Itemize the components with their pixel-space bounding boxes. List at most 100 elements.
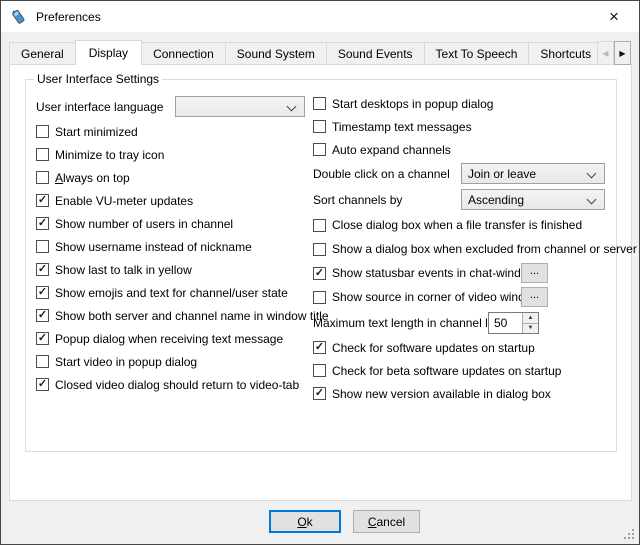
- spin-up-icon[interactable]: ▲: [523, 313, 538, 324]
- tab-general[interactable]: General: [9, 42, 76, 65]
- group-title: User Interface Settings: [34, 72, 162, 86]
- tab-display[interactable]: Display: [75, 40, 142, 65]
- checkbox-label: Show number of users in channel: [55, 217, 233, 231]
- checkbox[interactable]: ✓: [36, 194, 49, 207]
- checkbox[interactable]: [313, 120, 326, 133]
- statusbar-events-browse-button[interactable]: ...: [521, 263, 548, 283]
- checkbox-label: Show both server and channel name in win…: [55, 309, 329, 323]
- checkbox[interactable]: ✓: [36, 378, 49, 391]
- checkbox-label: Show statusbar events in chat-window: [332, 266, 536, 280]
- checkbox[interactable]: [313, 291, 326, 304]
- double-click-select[interactable]: Join or leave: [461, 163, 605, 184]
- tab-scroll-left-icon[interactable]: ◀: [597, 41, 614, 65]
- checkbox[interactable]: ✓: [313, 267, 326, 280]
- checkbox-label: Start desktops in popup dialog: [332, 97, 493, 111]
- spin-row: Maximum text length in channel list 50 ▲…: [313, 309, 613, 336]
- check-row: Auto expand channels: [313, 138, 613, 161]
- checkbox[interactable]: ✓: [36, 286, 49, 299]
- dropdown-row: Double click on a channel Join or leave: [313, 161, 613, 187]
- checkbox[interactable]: [313, 143, 326, 156]
- checkbox-label: Closed video dialog should return to vid…: [55, 378, 299, 392]
- max-text-length-spinner[interactable]: 50 ▲ ▼: [488, 312, 539, 334]
- checkbox-label: Start minimized: [55, 125, 138, 139]
- check-row: Start desktops in popup dialog: [313, 92, 613, 115]
- check-row: Start minimized: [36, 120, 316, 143]
- check-row: Start video in popup dialog: [36, 350, 316, 373]
- resize-grip[interactable]: [632, 537, 634, 539]
- checkbox-label: Minimize to tray icon: [55, 148, 164, 162]
- video-source-browse-button[interactable]: ...: [521, 287, 548, 307]
- check-row: Show a dialog box when excluded from cha…: [313, 237, 613, 261]
- checkbox[interactable]: ✓: [313, 387, 326, 400]
- checkbox[interactable]: [313, 243, 326, 256]
- check-row: ✓ Closed video dialog should return to v…: [36, 373, 316, 396]
- check-row: ✓ Show new version available in dialog b…: [313, 382, 613, 405]
- checkbox-label: Show source in corner of video window: [332, 290, 540, 304]
- checkbox[interactable]: [36, 355, 49, 368]
- tab-sound-events[interactable]: Sound Events: [326, 42, 425, 65]
- tab-scroll: ◀ ▶: [597, 41, 631, 65]
- checkbox[interactable]: ✓: [313, 341, 326, 354]
- dropdown-row: Sort channels by Ascending: [313, 187, 613, 213]
- check-row: Timestamp text messages: [313, 115, 613, 138]
- check-row: Always on top: [36, 166, 316, 189]
- checkbox[interactable]: [36, 240, 49, 253]
- check-row: ✓ Enable VU-meter updates: [36, 189, 316, 212]
- checkbox[interactable]: ✓: [36, 309, 49, 322]
- checkbox[interactable]: [313, 219, 326, 232]
- tab-scroll-right-icon[interactable]: ▶: [614, 41, 631, 65]
- spinner-buttons: ▲ ▼: [522, 313, 538, 333]
- checkbox[interactable]: [313, 364, 326, 377]
- cancel-button[interactable]: Cancel: [353, 510, 420, 533]
- checkbox[interactable]: ✓: [36, 263, 49, 276]
- language-label: User interface language: [36, 100, 163, 114]
- checkbox[interactable]: [313, 97, 326, 110]
- check-row: ✓ Show last to talk in yellow: [36, 258, 316, 281]
- double-click-label: Double click on a channel: [313, 167, 450, 181]
- checkbox[interactable]: [36, 148, 49, 161]
- left-column: User interface language Start minimized …: [36, 94, 316, 396]
- checkbox-label: Enable VU-meter updates: [55, 194, 193, 208]
- checkbox-label: Show new version available in dialog box: [332, 387, 551, 401]
- language-row: User interface language: [36, 94, 316, 120]
- check-row: ✓ Show both server and channel name in w…: [36, 304, 316, 327]
- checkbox[interactable]: [36, 125, 49, 138]
- max-text-length-value: 50: [489, 313, 522, 333]
- checkbox[interactable]: ✓: [36, 217, 49, 230]
- checkbox-label: Check for software updates on startup: [332, 341, 535, 355]
- ok-button[interactable]: Ok: [269, 510, 341, 533]
- checkbox-label: Show emojis and text for channel/user st…: [55, 286, 288, 300]
- tab-connection[interactable]: Connection: [141, 42, 226, 65]
- double-click-value: Join or leave: [462, 164, 604, 181]
- checkbox[interactable]: [36, 171, 49, 184]
- checkbox-label: Show username instead of nickname: [55, 240, 252, 254]
- tab-sound-system[interactable]: Sound System: [225, 42, 327, 65]
- checkbox[interactable]: ✓: [36, 332, 49, 345]
- checkbox-label: Auto expand channels: [332, 143, 451, 157]
- sort-channels-value: Ascending: [462, 190, 604, 207]
- check-row: Minimize to tray icon: [36, 143, 316, 166]
- close-icon[interactable]: ×: [597, 4, 631, 29]
- tab-shortcuts[interactable]: Shortcuts: [528, 42, 603, 65]
- checkbox-label: Start video in popup dialog: [55, 355, 197, 369]
- window-title: Preferences: [36, 10, 101, 24]
- check-row: Check for beta software updates on start…: [313, 359, 613, 382]
- checkbox-label: Timestamp text messages: [332, 120, 472, 134]
- browse-row: ✓ Show statusbar events in chat-window .…: [313, 261, 613, 285]
- chevron-down-icon: [287, 102, 297, 112]
- spin-down-icon[interactable]: ▼: [523, 324, 538, 334]
- check-row: ✓ Check for software updates on startup: [313, 336, 613, 359]
- checkbox-label: Popup dialog when receiving text message: [55, 332, 283, 346]
- right-column: Start desktops in popup dialog Timestamp…: [313, 92, 613, 405]
- tab-text-to-speech[interactable]: Text To Speech: [424, 42, 530, 65]
- group-user-interface-settings: User Interface Settings User interface l…: [25, 79, 617, 452]
- check-row: ✓ Show emojis and text for channel/user …: [36, 281, 316, 304]
- titlebar[interactable]: Preferences ×: [1, 1, 639, 32]
- preferences-dialog: Preferences × General Display Connection…: [0, 0, 640, 545]
- language-select[interactable]: [175, 96, 305, 117]
- checkbox-label: Close dialog box when a file transfer is…: [332, 218, 582, 232]
- check-row: Close dialog box when a file transfer is…: [313, 213, 613, 237]
- sort-channels-select[interactable]: Ascending: [461, 189, 605, 210]
- checkbox-label: Show last to talk in yellow: [55, 263, 192, 277]
- checkbox-label: Check for beta software updates on start…: [332, 364, 561, 378]
